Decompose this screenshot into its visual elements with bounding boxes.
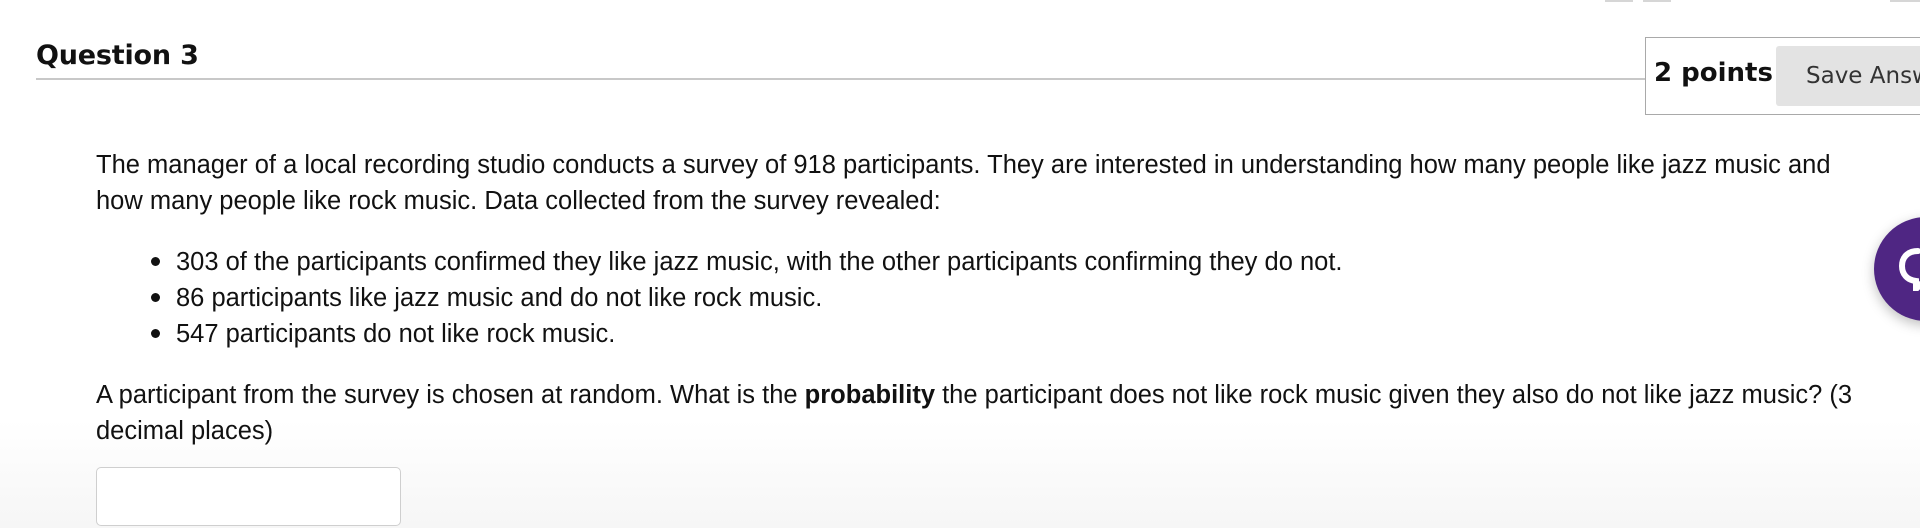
list-item-text: 547 participants do not like rock music. — [176, 320, 616, 348]
bullet-icon — [151, 257, 160, 266]
list-item: 86 participants like jazz music and do n… — [151, 280, 1876, 316]
list-item-text: 86 participants like jazz music and do n… — [176, 284, 823, 312]
save-answer-button[interactable]: Save Answer — [1776, 46, 1920, 106]
list-item: 303 of the participants confirmed they l… — [151, 244, 1876, 280]
points-label: 2 points — [1654, 58, 1773, 88]
top-tab-stub — [1605, 0, 1633, 2]
top-tab-stub — [1643, 0, 1671, 2]
question-intro: The manager of a local recording studio … — [96, 151, 1831, 215]
bullet-icon — [151, 293, 160, 302]
prompt-emphasis: probability — [804, 381, 936, 409]
question-prompt: A participant from the survey is chosen … — [96, 377, 1876, 449]
bullet-icon — [151, 329, 160, 338]
question-page: Question 3 2 points Save Answer The mana… — [0, 0, 1920, 528]
list-item-text: 303 of the participants confirmed they l… — [176, 248, 1343, 276]
help-chat-button[interactable] — [1874, 217, 1920, 321]
prompt-text: A participant from the survey is chosen … — [96, 381, 805, 409]
answer-input[interactable] — [96, 467, 401, 526]
chat-icon — [1898, 248, 1920, 291]
question-divider — [36, 78, 1646, 80]
top-tab-stub — [1890, 0, 1920, 2]
top-tab-stubs — [1605, 0, 1675, 4]
list-item: 547 participants do not like rock music. — [151, 316, 1876, 352]
facts-list: 303 of the participants confirmed they l… — [96, 244, 1876, 352]
question-title: Question 3 — [36, 40, 199, 71]
